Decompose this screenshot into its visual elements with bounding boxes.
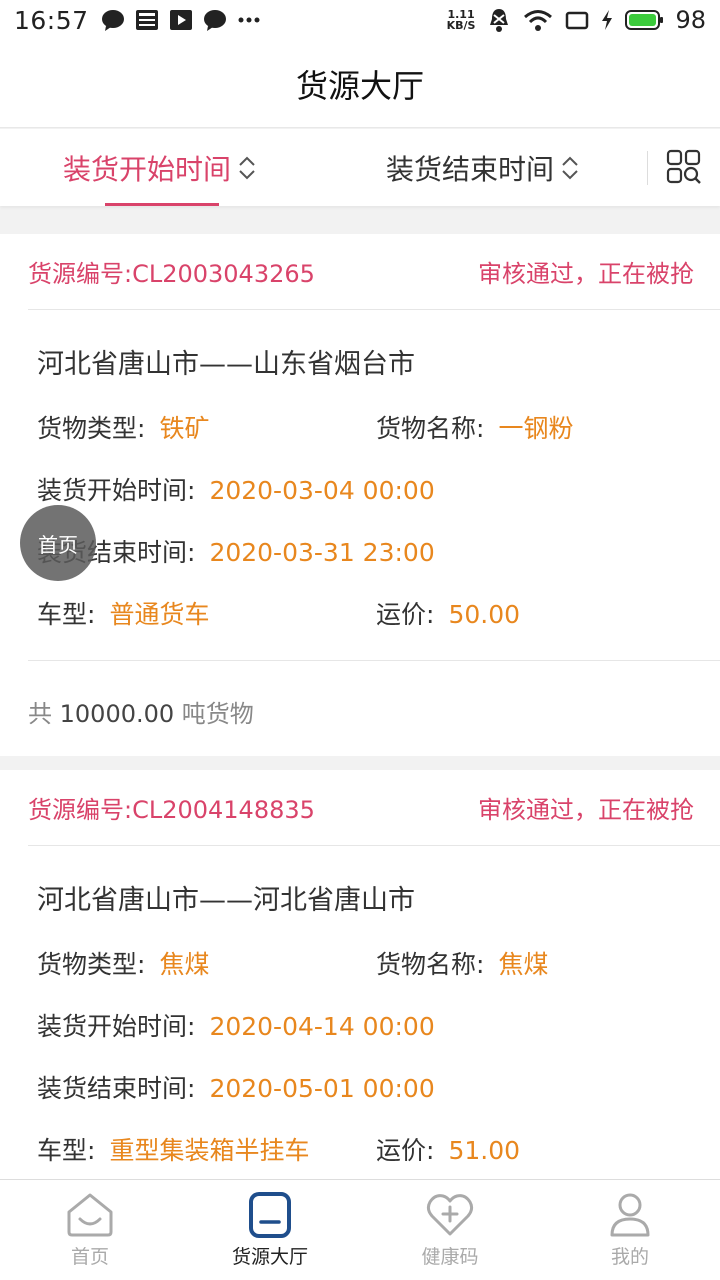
freight-value: 51.00 bbox=[448, 1136, 521, 1165]
play-icon bbox=[169, 10, 192, 30]
cargo-card[interactable]: 货源编号:CL2003043265 审核通过，正在被抢 河北省唐山市——山东省烟… bbox=[0, 234, 720, 756]
health-heart-icon bbox=[426, 1194, 474, 1236]
cargo-type-label: 货物类型: bbox=[37, 414, 146, 443]
cargo-card[interactable]: 货源编号:CL2004148835 审核通过，正在被抢 河北省唐山市——河北省唐… bbox=[0, 770, 720, 1179]
total-weight: 10000.00 bbox=[59, 700, 175, 728]
floating-home-button[interactable]: 首页 bbox=[20, 505, 96, 581]
vehicle-label: 车型: bbox=[37, 1136, 96, 1165]
profile-icon bbox=[610, 1193, 650, 1237]
total-prefix: 共 bbox=[28, 700, 52, 728]
load-end-value: 2020-03-31 23:00 bbox=[209, 538, 435, 567]
grid-search-icon[interactable] bbox=[666, 149, 702, 185]
cargo-type-value: 铁矿 bbox=[159, 414, 210, 443]
freight-label: 运价: bbox=[376, 1136, 435, 1165]
cargo-name-label: 货物名称: bbox=[376, 414, 485, 443]
sort-arrows-icon bbox=[239, 156, 255, 179]
load-start-label: 装货开始时间: bbox=[37, 476, 196, 505]
nav-label-cargo-hall: 货源大厅 bbox=[231, 1246, 308, 1268]
cargo-name-value: 焦煤 bbox=[498, 950, 549, 979]
nav-item-profile[interactable]: 我的 bbox=[540, 1180, 720, 1280]
status-bar: 16:57 1.11 KB/S 98 bbox=[0, 0, 720, 40]
page-title: 货源大厅 bbox=[295, 66, 424, 105]
battery-icon bbox=[625, 10, 664, 30]
vehicle-row: 车型: 普通货车 运价: 50.00 bbox=[37, 595, 697, 631]
load-end-label: 装货结束时间: bbox=[37, 1074, 196, 1103]
wifi-icon bbox=[524, 10, 553, 31]
cargo-status: 审核通过，正在被抢 bbox=[478, 260, 694, 288]
title-bar: 货源大厅 bbox=[0, 40, 720, 128]
nav-item-cargo-hall[interactable]: 货源大厅 bbox=[180, 1180, 360, 1280]
card-header: 货源编号:CL2004148835 审核通过，正在被抢 bbox=[28, 770, 720, 846]
freight-label: 运价: bbox=[376, 600, 435, 629]
more-dots-icon bbox=[238, 17, 260, 23]
status-time: 16:57 bbox=[14, 5, 89, 35]
cargo-route: 河北省唐山市——河北省唐山市 bbox=[37, 885, 415, 916]
cargo-hall-icon bbox=[249, 1192, 291, 1238]
filter-divider bbox=[647, 151, 648, 185]
load-end-value: 2020-05-01 00:00 bbox=[209, 1074, 435, 1103]
cargo-route: 河北省唐山市——山东省烟台市 bbox=[37, 349, 415, 380]
floating-home-label: 首页 bbox=[38, 532, 78, 557]
chat-bubble-icon bbox=[203, 10, 226, 31]
charging-icon bbox=[602, 10, 613, 30]
filter-load-start-label: 装货开始时间 bbox=[63, 152, 232, 186]
load-start-row: 装货开始时间: 2020-03-04 00:00 bbox=[37, 471, 697, 507]
cargo-code: 货源编号:CL2003043265 bbox=[28, 260, 315, 288]
chat-bubble-icon bbox=[101, 10, 124, 31]
vehicle-row: 车型: 重型集装箱半挂车 运价: 51.00 bbox=[37, 1131, 697, 1167]
sort-arrows-icon bbox=[562, 156, 578, 179]
load-end-row: 装货结束时间: 2020-05-01 00:00 bbox=[37, 1069, 697, 1105]
cargo-name-value: 一钢粉 bbox=[498, 414, 574, 443]
cargo-total: 共 10000.00 吨货物 bbox=[28, 694, 254, 729]
cargo-code: 货源编号:CL2004148835 bbox=[28, 796, 315, 824]
load-start-row: 装货开始时间: 2020-04-14 00:00 bbox=[37, 1007, 697, 1043]
bottom-nav: 首页 货源大厅 健康码 我的 bbox=[0, 1179, 720, 1280]
nav-label-home: 首页 bbox=[70, 1246, 109, 1268]
vehicle-value: 重型集装箱半挂车 bbox=[109, 1136, 310, 1165]
freight-value: 50.00 bbox=[448, 600, 521, 629]
cargo-name-label: 货物名称: bbox=[376, 950, 485, 979]
load-start-value: 2020-03-04 00:00 bbox=[209, 476, 435, 505]
nav-label-health-code: 健康码 bbox=[421, 1246, 479, 1268]
nav-item-home[interactable]: 首页 bbox=[0, 1180, 180, 1280]
battery-percent: 98 bbox=[675, 6, 706, 34]
filter-load-end-label: 装货结束时间 bbox=[386, 152, 555, 186]
cargo-type-label: 货物类型: bbox=[37, 950, 146, 979]
filter-load-start-time[interactable]: 装货开始时间 bbox=[63, 129, 257, 206]
cargo-type-value: 焦煤 bbox=[159, 950, 210, 979]
net-speed: 1.11 KB/S bbox=[446, 8, 476, 32]
load-start-value: 2020-04-14 00:00 bbox=[209, 1012, 435, 1041]
vehicle-label: 车型: bbox=[37, 600, 96, 629]
vehicle-value: 普通货车 bbox=[109, 600, 210, 629]
filter-load-end-time[interactable]: 装货结束时间 bbox=[386, 129, 580, 206]
screen-icon bbox=[566, 11, 589, 30]
nav-item-health-code[interactable]: 健康码 bbox=[360, 1180, 540, 1280]
load-end-row: 装货结束时间: 2020-03-31 23:00 bbox=[37, 533, 697, 569]
nav-label-profile: 我的 bbox=[610, 1246, 649, 1268]
cargo-type-row: 货物类型: 铁矿 货物名称: 一钢粉 bbox=[37, 409, 697, 445]
total-suffix: 吨货物 bbox=[181, 700, 254, 728]
card-divider bbox=[28, 660, 720, 661]
filter-bar: 装货开始时间 装货结束时间 bbox=[0, 129, 720, 206]
mute-bell-icon bbox=[490, 9, 509, 32]
news-icon bbox=[135, 10, 158, 30]
cargo-status: 审核通过，正在被抢 bbox=[478, 796, 694, 824]
cargo-type-row: 货物类型: 焦煤 货物名称: 焦煤 bbox=[37, 945, 697, 981]
card-header: 货源编号:CL2003043265 审核通过，正在被抢 bbox=[28, 234, 720, 310]
home-icon bbox=[67, 1193, 113, 1237]
active-tab-indicator bbox=[105, 203, 219, 206]
load-start-label: 装货开始时间: bbox=[37, 1012, 196, 1041]
